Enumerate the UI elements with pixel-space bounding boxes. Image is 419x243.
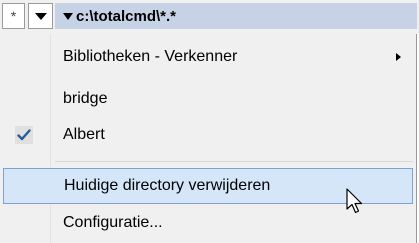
submenu-arrow-icon (396, 53, 401, 61)
menu-item-label: Huidige directory verwijderen (64, 177, 271, 194)
path-dropdown-arrow-icon (63, 12, 73, 20)
path-toolbar: * c:\totalcmd\*.* (0, 0, 419, 34)
asterisk-icon: * (10, 8, 17, 24)
checkmark-icon (15, 126, 33, 144)
menu-separator (55, 161, 413, 162)
menu-item-bridge[interactable]: bridge (0, 82, 417, 116)
current-path-bar[interactable]: c:\totalcmd\*.* (55, 3, 417, 29)
asterisk-button[interactable]: * (2, 3, 25, 29)
mouse-pointer-icon (346, 188, 366, 221)
menu-item-bibliotheken[interactable]: Bibliotheken - Verkenner (0, 40, 417, 74)
dropdown-arrow-icon (34, 12, 47, 20)
menu-item-label: Configuratie... (63, 214, 163, 231)
menu-item-label: Bibliotheken - Verkenner (63, 48, 238, 65)
screen: * c:\totalcmd\*.* Bibliotheken - Verkenn… (0, 0, 419, 243)
dropdown-button[interactable] (28, 3, 53, 29)
current-path-text: c:\totalcmd\*.* (76, 7, 177, 25)
menu-item-albert[interactable]: Albert (0, 118, 417, 152)
menu-item-label: bridge (63, 90, 108, 107)
menu-item-label: Albert (63, 126, 105, 143)
